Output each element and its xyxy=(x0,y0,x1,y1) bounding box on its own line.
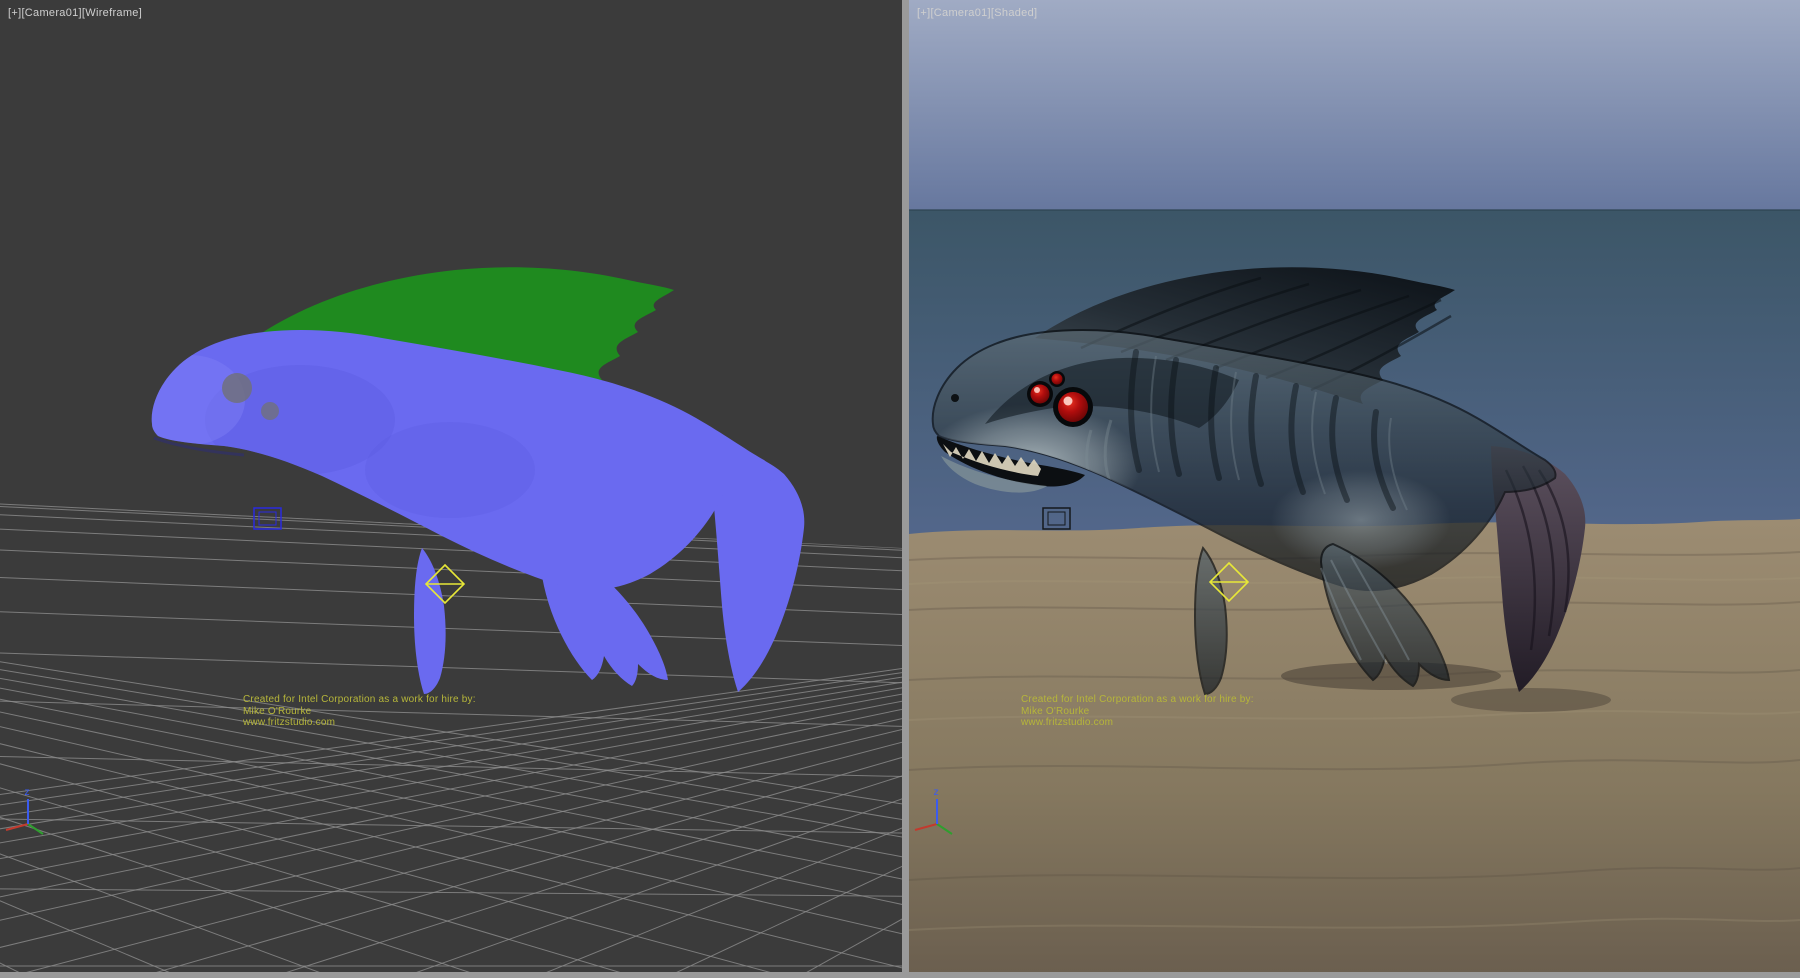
shading-label[interactable]: [Shaded] xyxy=(991,7,1037,19)
sky-background xyxy=(909,0,1800,212)
watermark-text: Created for Intel Corporation as a work … xyxy=(1021,694,1254,729)
watermark-line-3: www.fritzstudio.com xyxy=(243,717,476,729)
viewport-canvas-left[interactable]: z xyxy=(0,0,902,972)
watermark-line-3: www.fritzstudio.com xyxy=(1021,717,1254,729)
viewport-label: [+][Camera01][Wireframe] xyxy=(8,7,142,19)
fish-nostril xyxy=(951,394,959,402)
axis-z-label: z xyxy=(24,787,30,798)
shading-label[interactable]: [Wireframe] xyxy=(82,7,142,19)
viewport-right-shaded[interactable]: z [+][Camera01][Shaded] Created for Inte… xyxy=(909,0,1800,972)
watermark-line-2: Mike O'Rourke xyxy=(1021,706,1254,718)
watermark-line-1: Created for Intel Corporation as a work … xyxy=(1021,694,1254,706)
fish-eye-spot xyxy=(222,373,252,403)
camera-label[interactable]: [Camera01] xyxy=(930,7,990,19)
viewport-menu-button[interactable]: [+] xyxy=(8,7,21,19)
viewport-left-wireframe[interactable]: z [+][Camera01][Wireframe] Created for I… xyxy=(0,0,902,972)
fish-tail-shadow xyxy=(1451,688,1611,712)
viewport-canvas-right[interactable]: z xyxy=(909,0,1800,972)
viewport-menu-button[interactable]: [+] xyxy=(917,7,930,19)
axis-z-label: z xyxy=(933,787,939,798)
watermark-text: Created for Intel Corporation as a work … xyxy=(243,694,476,729)
viewport-area: z [+][Camera01][Wireframe] Created for I… xyxy=(0,0,1800,978)
watermark-line-2: Mike O'Rourke xyxy=(243,706,476,718)
viewport-splitter[interactable] xyxy=(902,0,909,972)
watermark-line-1: Created for Intel Corporation as a work … xyxy=(243,694,476,706)
camera-label[interactable]: [Camera01] xyxy=(21,7,81,19)
viewport-label: [+][Camera01][Shaded] xyxy=(917,7,1037,19)
fish-eye-spot-small xyxy=(261,402,279,420)
